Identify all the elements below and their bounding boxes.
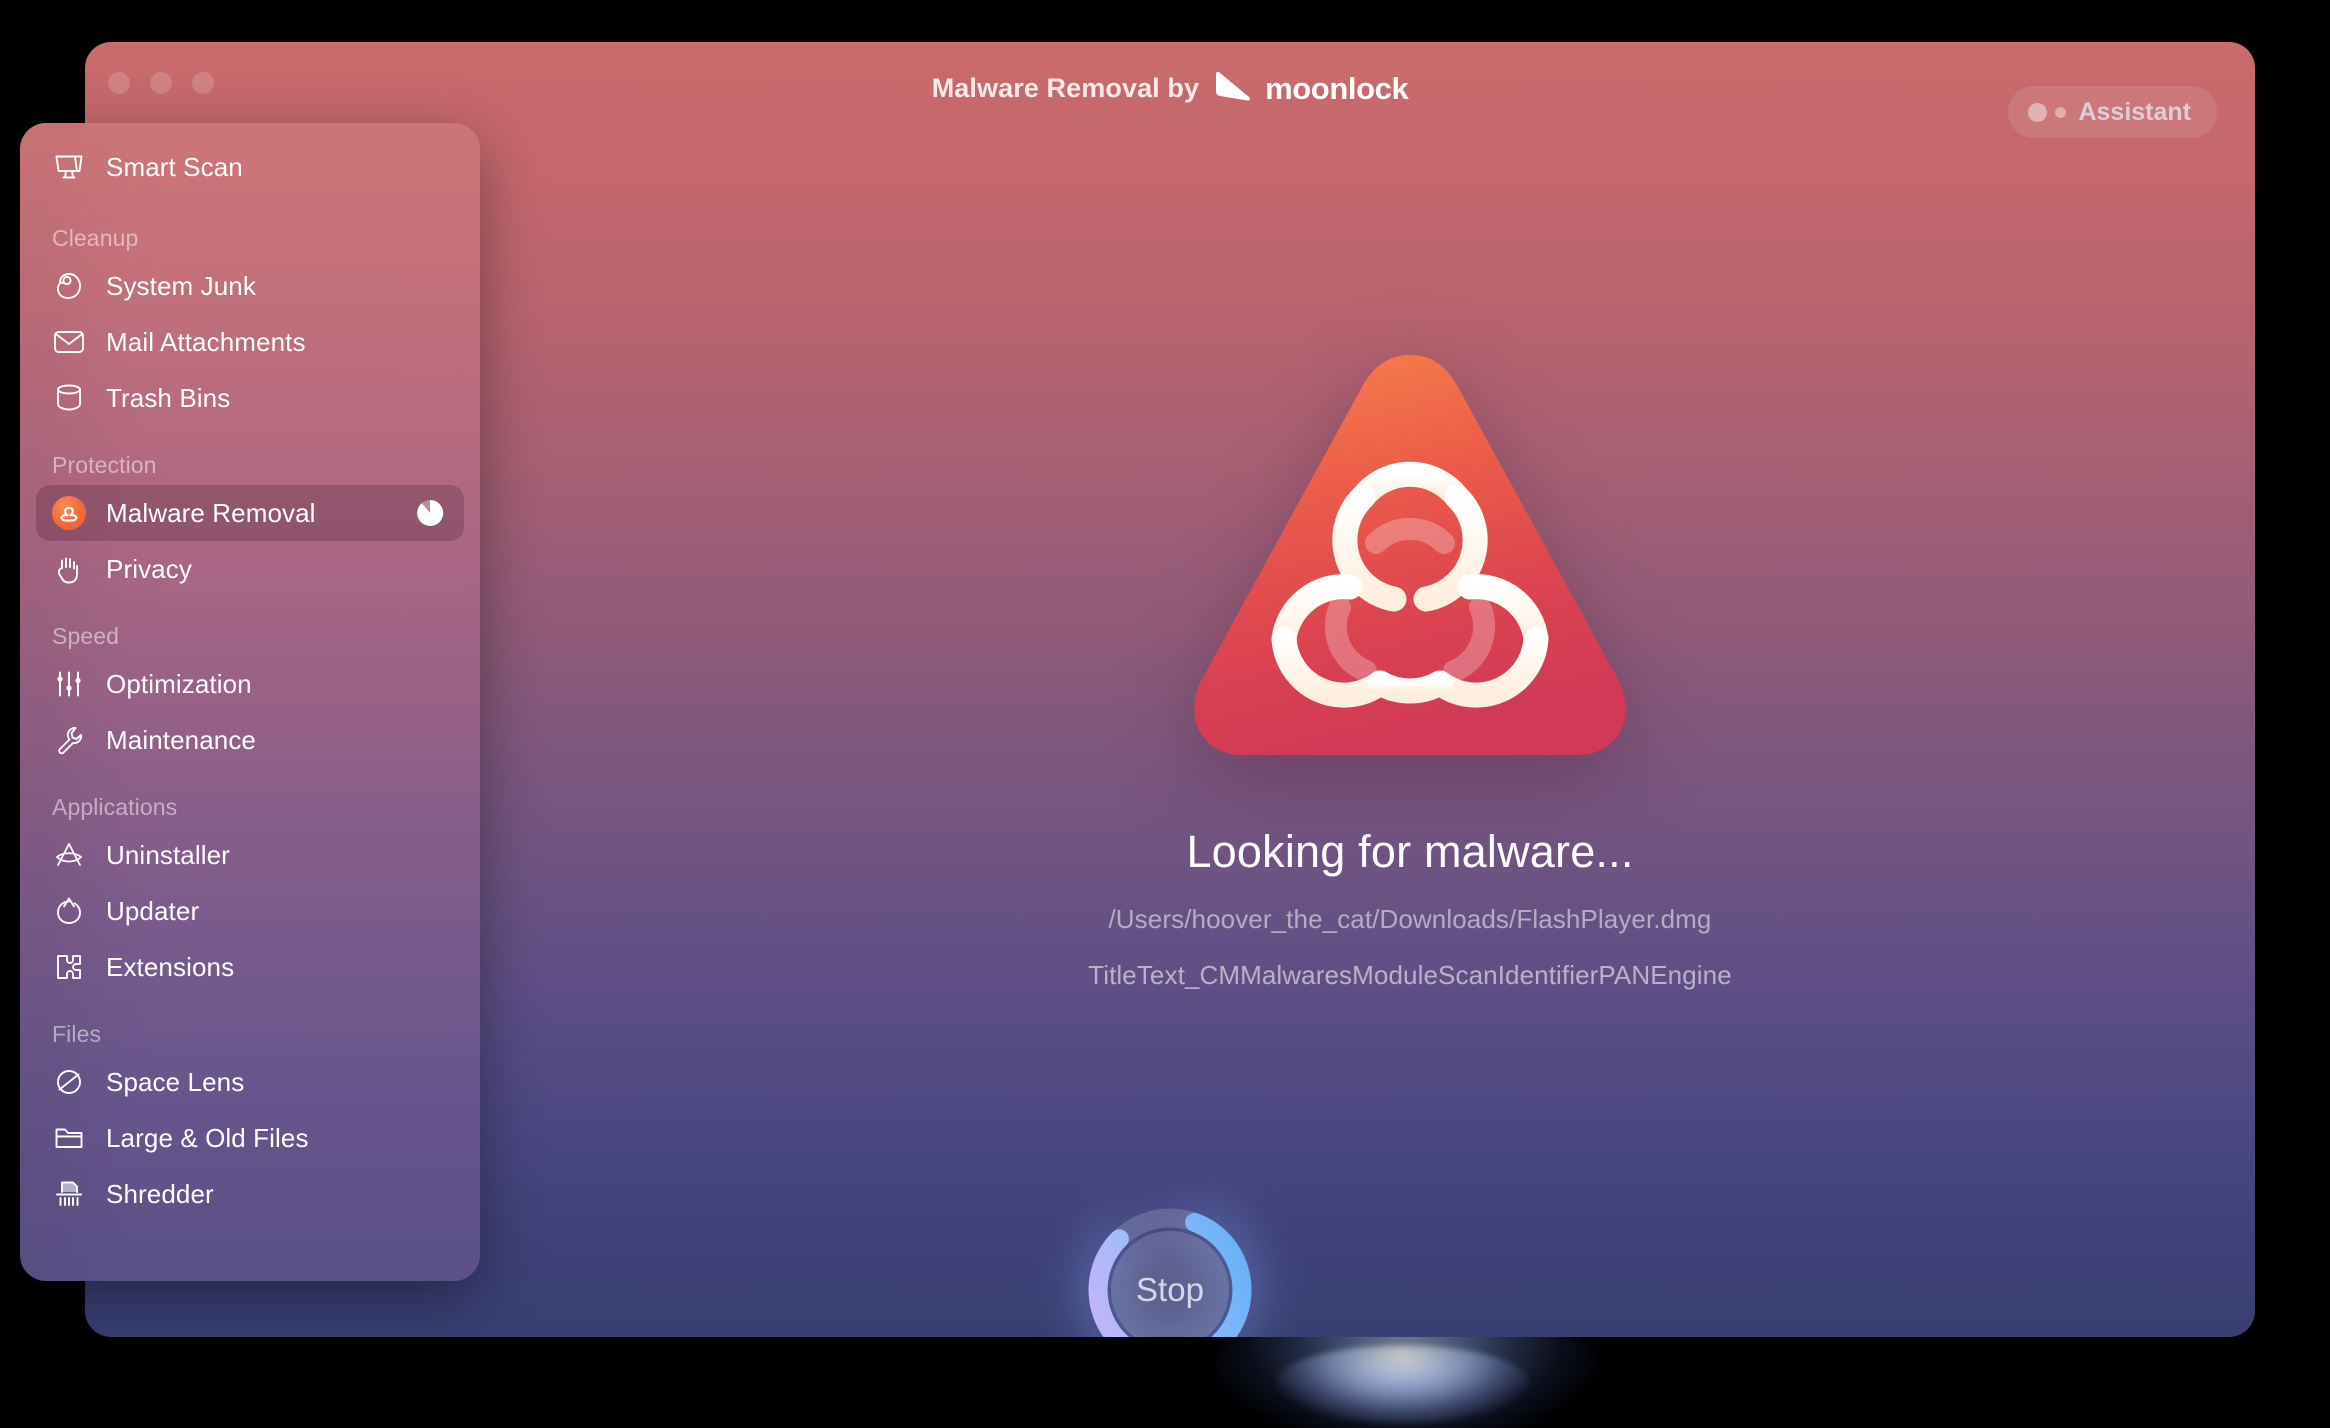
biohazard-icon xyxy=(52,496,86,530)
sidebar-item-label: Mail Attachments xyxy=(106,326,306,357)
window-title-text: Malware Removal by xyxy=(931,73,1200,103)
optimization-sliders-icon xyxy=(52,667,86,701)
privacy-hand-icon xyxy=(52,552,86,586)
sidebar-item-updater[interactable]: Updater xyxy=(36,883,464,939)
sidebar-item-label: Optimization xyxy=(106,668,252,699)
extensions-puzzle-icon xyxy=(52,950,86,984)
sidebar-section-protection: Protection xyxy=(52,452,157,478)
sidebar-item-label: Smart Scan xyxy=(106,151,243,182)
sidebar-item-label: Uninstaller xyxy=(106,839,230,870)
sidebar-item-label: Maintenance xyxy=(106,724,256,755)
assistant-dot-large-icon xyxy=(2028,102,2048,122)
maintenance-wrench-icon xyxy=(52,723,86,757)
updater-arrow-icon xyxy=(52,894,86,928)
assistant-dot-small-icon xyxy=(2055,106,2067,118)
stop-button-glow-core xyxy=(1275,1345,1530,1423)
sidebar-item-malware-removal[interactable]: Malware Removal xyxy=(36,485,464,541)
sidebar-item-label: System Junk xyxy=(106,270,256,301)
trash-bins-icon xyxy=(52,381,86,415)
sidebar-item-label: Extensions xyxy=(106,951,235,982)
mail-attachments-icon xyxy=(52,325,86,359)
sidebar-item-mail-attachments[interactable]: Mail Attachments xyxy=(36,314,464,370)
sidebar-item-uninstaller[interactable]: Uninstaller xyxy=(36,827,464,883)
sidebar-item-label: Space Lens xyxy=(106,1066,245,1097)
sidebar-item-shredder[interactable]: Shredder xyxy=(36,1166,464,1222)
sidebar-item-system-junk[interactable]: System Junk xyxy=(36,258,464,314)
sidebar-item-label: Malware Removal xyxy=(106,497,316,528)
space-lens-icon xyxy=(52,1065,86,1099)
shredder-icon xyxy=(52,1177,86,1211)
sidebar-item-optimization[interactable]: Optimization xyxy=(36,656,464,712)
sidebar-item-label: Trash Bins xyxy=(106,382,231,413)
moonlock-brand-text: moonlock xyxy=(1265,70,1409,106)
sidebar-section-cleanup: Cleanup xyxy=(52,225,139,251)
scan-current-path: /Users/hoover_the_cat/Downloads/FlashPla… xyxy=(1108,904,1712,934)
moonlock-brand: moonlock xyxy=(1213,70,1409,107)
sidebar-item-large-and-old-files[interactable]: Large & Old Files xyxy=(36,1110,464,1166)
stop-button-group[interactable]: Stop xyxy=(1081,1201,1259,1337)
main-stage: Looking for malware... /Users/hoover_the… xyxy=(565,138,2255,1337)
sidebar-item-privacy[interactable]: Privacy xyxy=(36,541,464,597)
moonlock-logo-icon xyxy=(1213,70,1255,107)
sidebar-item-label: Shredder xyxy=(106,1178,214,1209)
scan-status-title: Looking for malware... xyxy=(1186,826,1634,877)
assistant-button[interactable]: Assistant xyxy=(2008,86,2217,138)
sidebar-scan-progress-pie xyxy=(417,499,444,526)
sidebar-section-files: Files xyxy=(52,1021,102,1047)
sidebar: Smart Scan Cleanup System Junk Mail Atta… xyxy=(20,123,480,1281)
stop-button-label: Stop xyxy=(1136,1271,1204,1308)
smart-scan-icon xyxy=(52,150,86,184)
sidebar-section-applications: Applications xyxy=(52,794,178,820)
screen-root: Malware Removal by moonlock Assistant Lo… xyxy=(0,0,2330,1428)
sidebar-section-speed: Speed xyxy=(52,623,120,649)
sidebar-item-extensions[interactable]: Extensions xyxy=(36,939,464,995)
folder-icon xyxy=(52,1121,86,1155)
sidebar-item-label: Privacy xyxy=(106,553,192,584)
sidebar-item-label: Large & Old Files xyxy=(106,1122,309,1153)
sidebar-item-maintenance[interactable]: Maintenance xyxy=(36,712,464,768)
uninstaller-icon xyxy=(52,838,86,872)
system-junk-icon xyxy=(52,269,86,303)
sidebar-item-smart-scan[interactable]: Smart Scan xyxy=(36,139,464,195)
sidebar-item-space-lens[interactable]: Space Lens xyxy=(36,1054,464,1110)
window-title: Malware Removal by moonlock xyxy=(85,70,2255,107)
sidebar-item-trash-bins[interactable]: Trash Bins xyxy=(36,370,464,426)
biohazard-triangle-icon xyxy=(1170,338,1650,788)
scan-module-identifier: TitleText_CMMalwaresModuleScanIdentifier… xyxy=(1088,960,1732,990)
sidebar-item-label: Updater xyxy=(106,895,200,926)
assistant-button-label: Assistant xyxy=(2078,97,2191,126)
stop-button[interactable]: Stop xyxy=(1111,1231,1229,1337)
